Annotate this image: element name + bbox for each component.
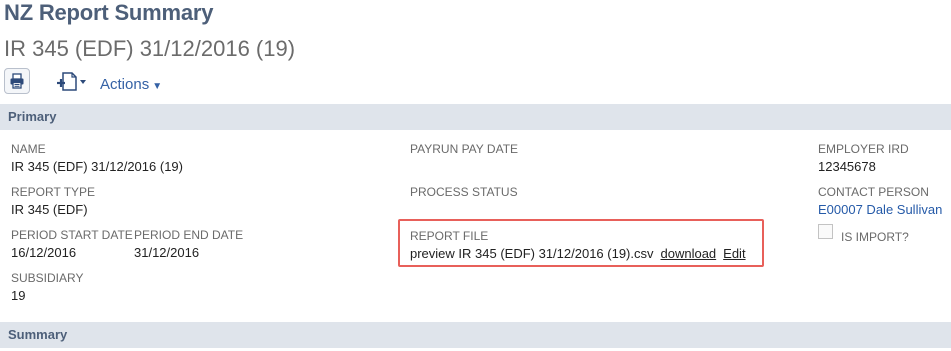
field-label: EMPLOYER IRD [818, 142, 909, 156]
field-label: REPORT FILE [410, 229, 489, 243]
field-report-type: REPORT TYPE IR 345 (EDF) [11, 185, 95, 218]
report-file-value: preview IR 345 (EDF) 31/12/2016 (19).csv… [410, 246, 746, 261]
is-import-checkbox[interactable] [818, 224, 833, 239]
field-label: CONTACT PERSON [818, 185, 929, 199]
actions-label: Actions [100, 76, 150, 93]
field-value: 31/12/2016 [134, 245, 200, 260]
new-document-icon [57, 72, 86, 91]
caret-down-icon: ▼ [152, 81, 163, 92]
record-title: IR 345 (EDF) 31/12/2016 (19) [4, 36, 296, 61]
printer-icon [10, 73, 24, 89]
field-label: PROCESS STATUS [410, 185, 518, 199]
contact-person-link[interactable]: E00007 Dale Sullivan [818, 202, 942, 217]
field-value: 19 [11, 288, 26, 303]
field-label: SUBSIDIARY [11, 271, 84, 285]
field-process-status: PROCESS STATUS [410, 185, 518, 201]
toolbar: Actions ▼ [4, 68, 304, 98]
actions-menu-button[interactable]: Actions ▼ [100, 76, 162, 93]
new-record-button[interactable] [54, 70, 90, 94]
download-link[interactable]: download [661, 246, 717, 261]
field-label: PERIOD END DATE [134, 228, 244, 242]
print-button[interactable] [4, 68, 30, 94]
field-label: REPORT TYPE [11, 185, 96, 199]
field-label: NAME [11, 142, 46, 156]
field-label: PERIOD START DATE [11, 228, 133, 242]
field-value: 16/12/2016 [11, 245, 77, 260]
field-value: IR 345 (EDF) 31/12/2016 (19) [11, 159, 183, 174]
is-import-label: IS IMPORT? [841, 230, 909, 244]
edit-link[interactable]: Edit [723, 246, 745, 261]
field-subsidiary: SUBSIDIARY 19 [11, 271, 83, 304]
section-header-primary[interactable]: Primary [0, 104, 951, 130]
field-name: NAME IR 345 (EDF) 31/12/2016 (19) [11, 142, 183, 175]
field-value: IR 345 (EDF) [11, 202, 88, 217]
report-file-highlight: REPORT FILE preview IR 345 (EDF) 31/12/2… [398, 219, 764, 267]
field-period-start-date: PERIOD START DATE 16/12/2016 [11, 228, 133, 261]
section-header-summary[interactable]: Summary [0, 322, 951, 348]
chevron-down-icon [80, 80, 86, 84]
field-payrun-pay-date: PAYRUN PAY DATE [410, 142, 518, 158]
page-title: NZ Report Summary [4, 0, 214, 25]
field-contact-person: CONTACT PERSON E00007 Dale Sullivan [818, 185, 942, 218]
report-file-name: preview IR 345 (EDF) 31/12/2016 (19).csv [410, 246, 654, 261]
field-value: 12345678 [818, 159, 876, 174]
field-period-end-date: PERIOD END DATE 31/12/2016 [134, 228, 243, 261]
field-employer-ird: EMPLOYER IRD 12345678 [818, 142, 909, 175]
field-label: PAYRUN PAY DATE [410, 142, 519, 156]
